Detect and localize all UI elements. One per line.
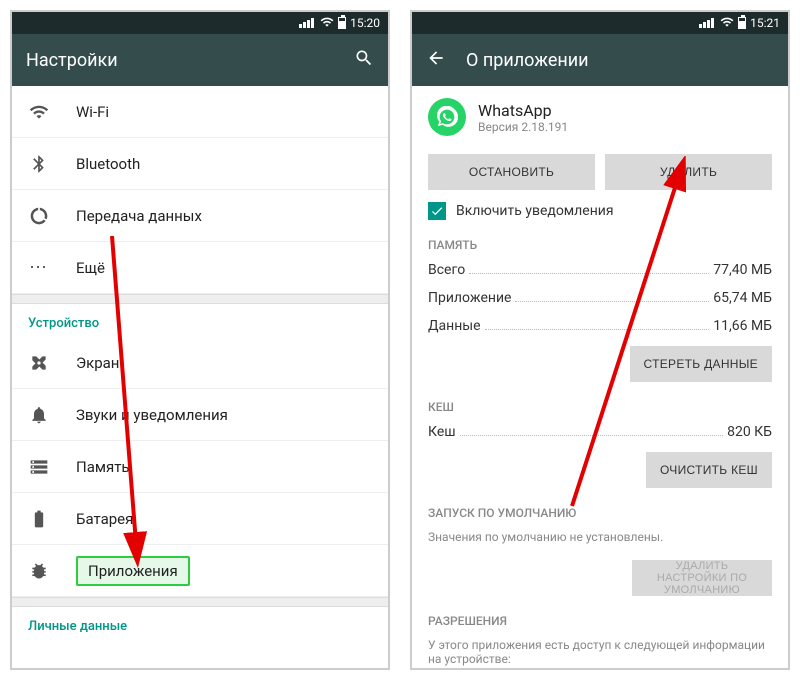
cache-label: Кеш [428, 424, 456, 440]
memory-total-row: Всего 77,40 МБ [412, 256, 788, 284]
settings-label: Ещё [76, 259, 105, 277]
app-bar: Настройки [12, 34, 388, 86]
apps-icon [28, 560, 50, 582]
apps-highlight: Приложения [76, 556, 190, 586]
phone-settings: 15:20 Настройки Wi-Fi Bluetooth Передача… [10, 10, 390, 670]
signal-icon [299, 18, 314, 28]
checkbox-label: Включить уведомления [456, 203, 614, 219]
settings-item-apps[interactable]: Приложения [12, 545, 388, 597]
settings-label: Bluetooth [76, 155, 140, 173]
settings-label: Передача данных [76, 207, 202, 225]
wifi-status-icon [720, 15, 734, 32]
status-bar: 15:21 [412, 12, 788, 34]
clear-defaults-button: УДАЛИТЬ НАСТРОЙКИ ПО УМОЛЧАНИЮ [632, 560, 772, 596]
search-icon[interactable] [354, 48, 374, 73]
settings-label: Wi-Fi [76, 103, 109, 121]
settings-label: Звуки и уведомления [76, 406, 228, 424]
checkbox-icon [428, 202, 446, 220]
settings-item-sound[interactable]: Звуки и уведомления [12, 389, 388, 441]
notifications-checkbox-row[interactable]: Включить уведомления [412, 200, 788, 230]
settings-item-battery[interactable]: Батарея [12, 493, 388, 545]
memory-data-row: Данные 11,66 МБ [412, 312, 788, 340]
battery-icon [338, 17, 346, 29]
settings-item-display[interactable]: Экран [12, 337, 388, 389]
storage-icon [28, 456, 50, 478]
bluetooth-icon [28, 153, 50, 175]
status-time: 15:20 [350, 16, 380, 30]
section-memory: ПАМЯТЬ [412, 230, 788, 256]
memory-total-label: Всего [428, 262, 465, 278]
memory-app-row: Приложение 65,74 МБ [412, 284, 788, 312]
section-permissions: РАЗРЕШЕНИЯ [412, 606, 788, 632]
back-icon[interactable] [426, 48, 446, 73]
battery-menu-icon [28, 508, 50, 530]
settings-label: Батарея [76, 510, 133, 528]
status-bar: 15:20 [12, 12, 388, 34]
settings-item-bluetooth[interactable]: Bluetooth [12, 138, 388, 190]
whatsapp-icon [428, 98, 466, 136]
sound-icon [28, 404, 50, 426]
memory-data-label: Данные [428, 318, 481, 334]
memory-total-value: 77,40 МБ [713, 262, 772, 278]
uninstall-button[interactable]: УДАЛИТЬ [605, 154, 772, 190]
clear-cache-button[interactable]: ОЧИСТИТЬ КЕШ [646, 452, 772, 488]
status-time: 15:21 [750, 16, 780, 30]
section-launch: ЗАПУСК ПО УМОЛЧАНИЮ [412, 498, 788, 524]
section-header-device: Устройство [12, 304, 388, 337]
clear-data-button[interactable]: СТЕРЕТЬ ДАННЫЕ [630, 346, 772, 382]
page-title: О приложении [466, 50, 774, 71]
app-name: WhatsApp [478, 101, 568, 120]
settings-item-more[interactable]: ⋯ Ещё [12, 242, 388, 294]
stop-button[interactable]: ОСТАНОВИТЬ [428, 154, 595, 190]
settings-item-data[interactable]: Передача данных [12, 190, 388, 242]
section-cache: КЕШ [412, 392, 788, 418]
wifi-status-icon [320, 15, 334, 32]
cache-value: 820 КБ [727, 424, 772, 440]
section-divider [12, 294, 388, 304]
display-icon [28, 352, 50, 374]
settings-label: Приложения [88, 562, 178, 580]
battery-icon [738, 17, 746, 29]
settings-label: Память [76, 458, 130, 476]
app-info-header: WhatsApp Версия 2.18.191 [412, 86, 788, 148]
page-title: Настройки [26, 50, 334, 71]
wifi-icon [28, 101, 50, 123]
cache-row: Кеш 820 КБ [412, 418, 788, 446]
app-version: Версия 2.18.191 [478, 120, 568, 134]
memory-data-value: 11,66 МБ [713, 318, 772, 334]
settings-label: Экран [76, 354, 119, 372]
section-header-personal: Личные данные [12, 607, 388, 640]
more-icon: ⋯ [28, 257, 50, 279]
data-usage-icon [28, 205, 50, 227]
signal-icon [699, 18, 714, 28]
memory-app-label: Приложение [428, 290, 511, 306]
settings-item-storage[interactable]: Память [12, 441, 388, 493]
memory-app-value: 65,74 МБ [713, 290, 772, 306]
section-divider [12, 597, 388, 607]
launch-note: Значения по умолчанию не установлены. [412, 524, 788, 554]
phone-app-info: 15:21 О приложении WhatsApp Версия 2.18.… [410, 10, 790, 670]
settings-item-wifi[interactable]: Wi-Fi [12, 86, 388, 138]
permissions-note: У этого приложения есть доступ к следующ… [412, 632, 788, 668]
app-bar: О приложении [412, 34, 788, 86]
